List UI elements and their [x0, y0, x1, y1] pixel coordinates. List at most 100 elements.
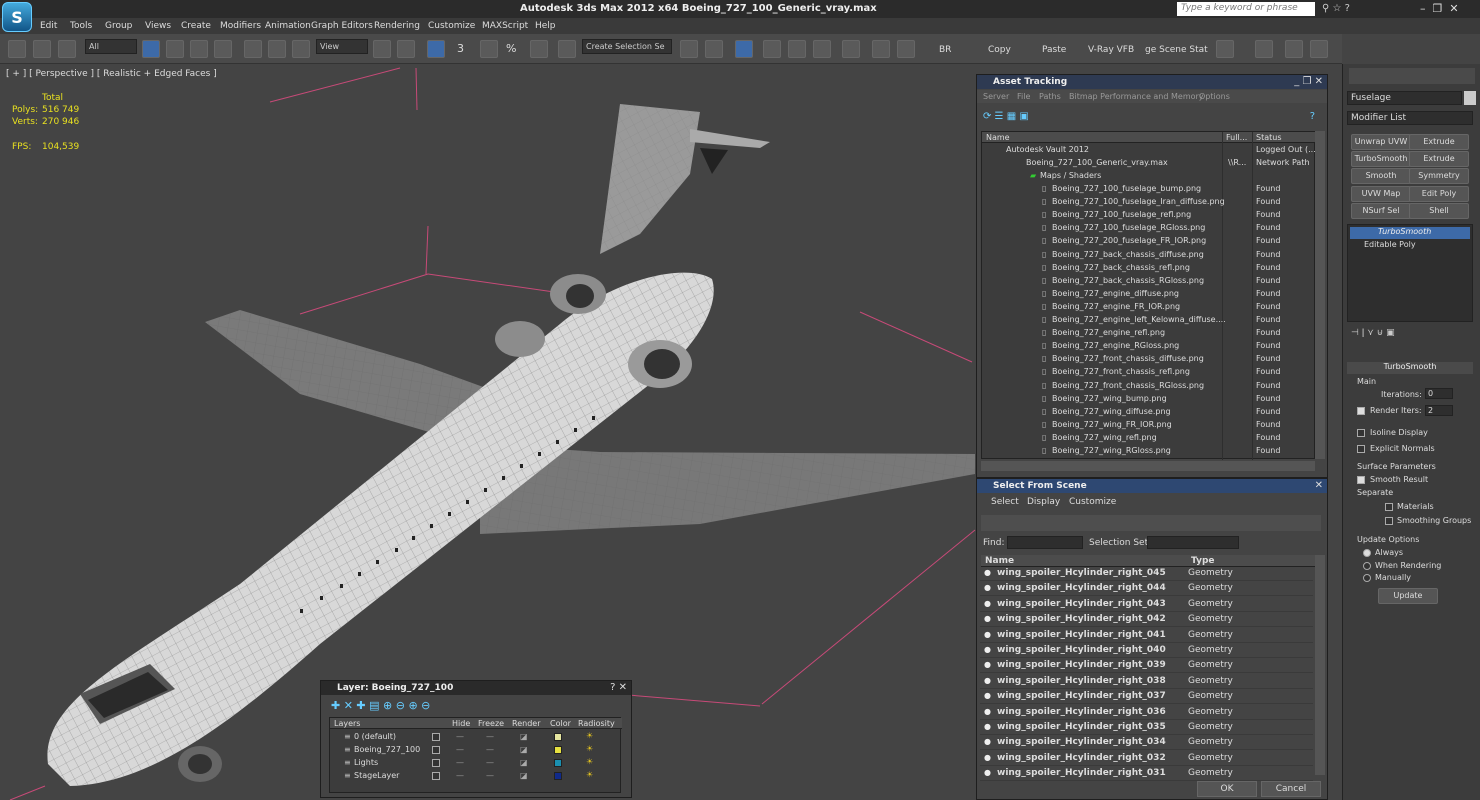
layer-row[interactable]: ≡ StageLayer — — ◪ ☀	[330, 770, 622, 783]
window-controls[interactable]: _ ❐ ✕	[1294, 76, 1323, 87]
freeze-toggle[interactable]: —	[486, 745, 494, 754]
ref-coord-system[interactable]: View	[316, 39, 368, 54]
spinner-snap-icon[interactable]	[530, 40, 548, 58]
scene-state-button[interactable]: ge Scene Stat	[1145, 45, 1208, 55]
search-input[interactable]: Type a keyword or phrase	[1177, 2, 1315, 16]
asset-row[interactable]: ▯ Boeing_727_back_chassis_refl.png Found	[982, 262, 1316, 275]
scene-object-row[interactable]: ● wing_spoiler_Hcylinder_right_037 Geometr…	[980, 689, 1313, 705]
layer-color-swatch[interactable]	[554, 772, 562, 780]
col-type[interactable]: Type	[1191, 556, 1214, 566]
viewport-label[interactable]: [ + ] [ Perspective ] [ Realistic + Edge…	[6, 69, 217, 79]
scene-object-row[interactable]: ● wing_spoiler_Hcylinder_right_043 Geometr…	[980, 597, 1313, 612]
asset-row[interactable]: Autodesk Vault 2012 Logged Out (...	[982, 144, 1316, 157]
layer-color-swatch[interactable]	[554, 733, 562, 741]
scene-object-row[interactable]: ● wing_spoiler_Hcylinder_right_034 Geometr…	[980, 735, 1313, 751]
freeze-toggle[interactable]: —	[486, 771, 494, 780]
menu-customize[interactable]: Customize	[428, 21, 475, 31]
menu-help[interactable]: Help	[535, 21, 556, 31]
menu-maxscript[interactable]: MAXScript	[482, 21, 528, 31]
col-name[interactable]: Name	[985, 556, 1014, 566]
pivot-icon[interactable]	[373, 40, 391, 58]
scene-object-row[interactable]: ● wing_spoiler_Hcylinder_right_036 Geometr…	[980, 705, 1313, 720]
br-button[interactable]: BR	[939, 45, 951, 55]
asset-row[interactable]: ▯ Boeing_727_front_chassis_diffuse.png Fou…	[982, 353, 1316, 366]
object-name-field[interactable]: Fuselage	[1347, 91, 1462, 105]
rect-selection-icon[interactable]	[190, 40, 208, 58]
scene-object-row[interactable]: ● wing_spoiler_Hcylinder_right_045 Geometr…	[980, 566, 1313, 581]
link-icon[interactable]	[8, 40, 26, 58]
current-layer-checkbox[interactable]	[432, 746, 440, 754]
col-color[interactable]: Color	[550, 719, 571, 728]
asset-row[interactable]: ▯ Boeing_727_back_chassis_diffuse.png Foun…	[982, 249, 1316, 262]
scene-object-row[interactable]: ● wing_spoiler_Hcylinder_right_032 Geometr…	[980, 751, 1313, 766]
asset-row[interactable]: ▯ Boeing_727_engine_refl.png Found	[982, 327, 1316, 340]
asset-row[interactable]: ▯ Boeing_727_engine_left_Kelowna_diffuse.…	[982, 314, 1316, 327]
radiosity-icon[interactable]: ☀	[586, 770, 593, 779]
menu-display[interactable]: Display	[1027, 497, 1060, 507]
col-hide[interactable]: Hide	[452, 719, 470, 728]
render-iters-checkbox[interactable]	[1357, 407, 1365, 415]
asset-toolbar-icons[interactable]: ⟳ ☰ ▦ ▣	[983, 111, 1063, 125]
manually-radio[interactable]	[1363, 574, 1371, 582]
col-layers[interactable]: Layers	[334, 719, 360, 728]
mirror-icon[interactable]	[680, 40, 698, 58]
asset-row[interactable]: ▯ Boeing_727_engine_RGloss.png Found	[982, 340, 1316, 353]
select-object-icon[interactable]	[142, 40, 160, 58]
col-render[interactable]: Render	[512, 719, 540, 728]
symmetry-button[interactable]: Symmetry	[1409, 168, 1469, 184]
selection-filter[interactable]: All	[85, 39, 137, 54]
menu-create[interactable]: Create	[181, 21, 211, 31]
menu-edit[interactable]: Edit	[40, 21, 57, 31]
asset-row[interactable]: ▯ Boeing_727_wing_diffuse.png Found	[982, 406, 1316, 419]
compass-icon[interactable]	[1216, 40, 1234, 58]
hide-toggle[interactable]: —	[456, 758, 464, 767]
asset-list[interactable]: Name Full... Status Autodesk Vault 2012 L…	[981, 131, 1316, 460]
material-editor-icon[interactable]	[842, 40, 860, 58]
named-selection-set[interactable]: Create Selection Se	[582, 39, 672, 54]
hide-toggle[interactable]: —	[456, 745, 464, 754]
turbosmooth-rollout[interactable]: TurboSmooth	[1347, 362, 1473, 374]
menu-select[interactable]: Select	[991, 497, 1019, 507]
populate-icon[interactable]	[1285, 40, 1303, 58]
always-radio[interactable]	[1363, 549, 1371, 557]
scene-object-row[interactable]: ● wing_spoiler_Hcylinder_right_038 Geometr…	[980, 674, 1313, 689]
asset-row[interactable]: ▯ Boeing_727_100_fuselage_Iran_diffuse.pn…	[982, 196, 1316, 209]
render-iters-spinner[interactable]: 2	[1425, 405, 1453, 416]
menu-views[interactable]: Views	[145, 21, 171, 31]
snap-3d-icon[interactable]: 3	[457, 42, 464, 55]
stack-tool-icons[interactable]: ⊣ ǀ ⋎ ⊍ ▣	[1351, 328, 1471, 342]
layer-row[interactable]: ≡ Lights — — ◪ ☀	[330, 757, 622, 770]
find-input[interactable]	[1007, 536, 1083, 549]
edit-named-sel-icon[interactable]	[558, 40, 576, 58]
menu-group[interactable]: Group	[105, 21, 132, 31]
object-color-swatch[interactable]	[1464, 91, 1476, 105]
layer-row[interactable]: ≡ 0 (default) — — ◪ ☀	[330, 731, 622, 744]
asset-row[interactable]: ▯ Boeing_727_front_chassis_RGloss.png Foun…	[982, 380, 1316, 393]
vertical-scrollbar[interactable]	[1315, 131, 1325, 459]
render-toggle[interactable]: ◪	[520, 771, 528, 780]
unwrap-uvw-button[interactable]: Unwrap UVW	[1351, 134, 1411, 150]
turbosmooth-button[interactable]: TurboSmooth	[1351, 151, 1411, 167]
menu-graph-editors[interactable]: Graph Editors	[311, 21, 373, 31]
menu-paths[interactable]: Paths	[1039, 92, 1061, 101]
schematic-icon[interactable]	[813, 40, 831, 58]
modifier-list-dropdown[interactable]: Modifier List	[1347, 111, 1473, 125]
horizontal-scrollbar[interactable]	[981, 461, 1315, 471]
scene-list-scrollbar[interactable]	[1315, 555, 1325, 775]
asset-row[interactable]: ▯ Boeing_727_100_fuselage_RGloss.png Found	[982, 222, 1316, 235]
menu-bitmap[interactable]: Bitmap Performance and Memory	[1069, 92, 1204, 101]
col-status[interactable]: Status	[1256, 133, 1282, 142]
paste-button[interactable]: Paste	[1042, 45, 1066, 55]
asset-row[interactable]: ▯ Boeing_727_200_fuselage_FR_IOR.png Found	[982, 235, 1316, 248]
graphite-icon[interactable]	[763, 40, 781, 58]
col-name[interactable]: Name	[986, 133, 1010, 142]
layer-manager-icon[interactable]	[735, 40, 753, 58]
ok-button[interactable]: OK	[1197, 781, 1257, 797]
shell-button[interactable]: Shell	[1409, 203, 1469, 219]
unlink-icon[interactable]	[33, 40, 51, 58]
asset-row[interactable]: ▯ Boeing_727_front_chassis_refl.png Found	[982, 366, 1316, 379]
layer-toolbar-icons[interactable]: ✚ ✕ ✚ ▤ ⊕ ⊖ ⊕ ⊖	[331, 699, 491, 715]
asset-row[interactable]: ▯ Boeing_727_wing_refl.png Found	[982, 432, 1316, 445]
asset-row[interactable]: ▯ Boeing_727_engine_FR_IOR.png Found	[982, 301, 1316, 314]
window-controls[interactable]: ? ✕	[610, 682, 627, 693]
